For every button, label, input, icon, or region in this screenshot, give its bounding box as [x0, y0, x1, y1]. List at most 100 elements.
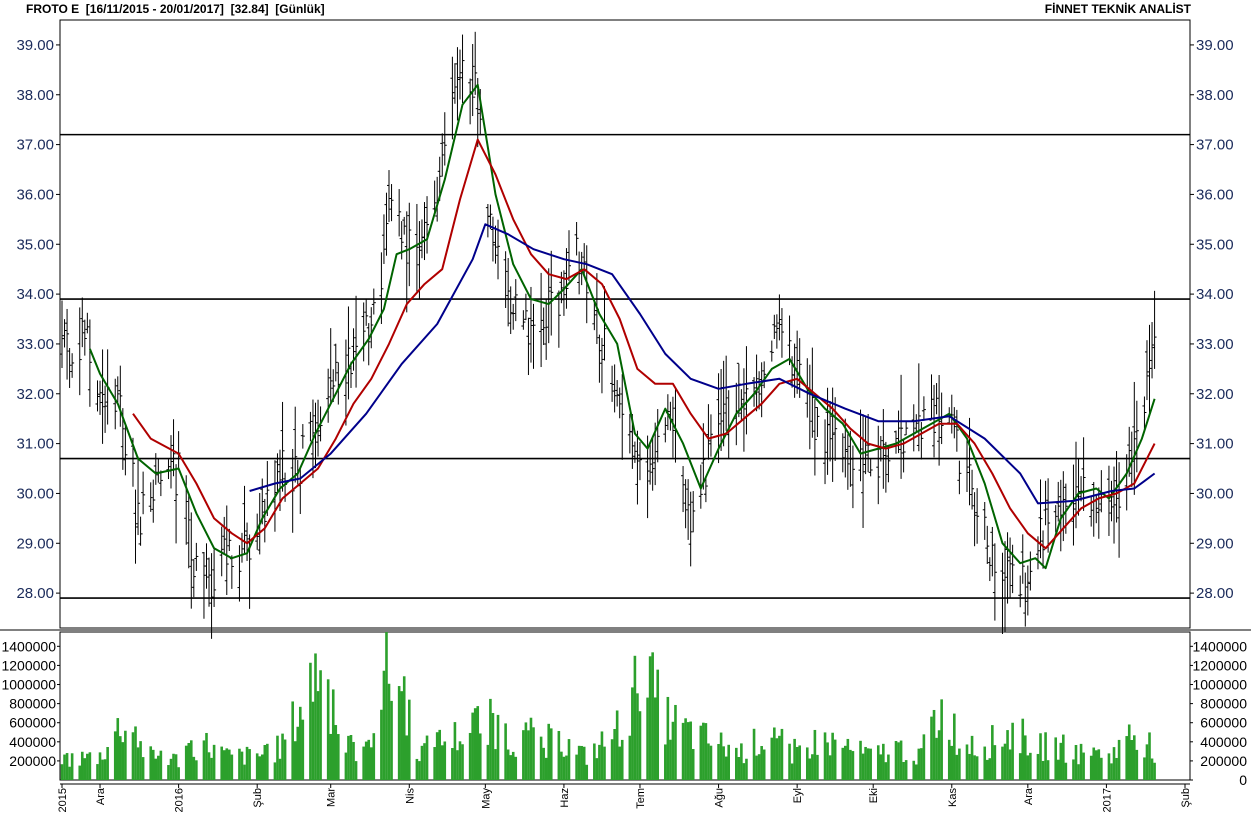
volume-bar	[861, 753, 865, 780]
y-tick-label-left: 36.00	[16, 186, 54, 203]
volume-bar	[993, 745, 997, 780]
volume-bar	[154, 758, 158, 780]
volume-bar	[415, 758, 419, 780]
vol-tick-label-right: 1200000	[1192, 657, 1247, 673]
volume-bar	[935, 737, 938, 780]
volume-bar	[937, 730, 941, 780]
volume-bar	[1006, 730, 1009, 780]
volume-bar	[811, 754, 814, 780]
volume-bar	[334, 725, 338, 780]
x-tick-label: Şub	[252, 788, 264, 808]
volume-bar	[68, 766, 71, 780]
volume-bar	[988, 758, 992, 780]
volume-bar	[610, 739, 614, 780]
volume-bar	[702, 722, 705, 780]
volume-bar	[894, 741, 898, 780]
volume-bar	[1148, 732, 1151, 780]
x-tick-label: Tem	[635, 788, 647, 809]
volume-bar	[478, 733, 482, 780]
volume-bar	[83, 758, 87, 780]
y-tick-label-right: 31.00	[1196, 436, 1234, 453]
volume-bar	[849, 749, 852, 780]
volume-bar	[1056, 759, 1060, 780]
volume-bar	[884, 762, 888, 780]
volume-bar	[362, 746, 365, 780]
volume-bar	[1133, 735, 1136, 780]
volume-bar	[291, 701, 294, 780]
volume-bar	[869, 748, 872, 780]
last-price-label: [32.84]	[230, 2, 269, 16]
volume-bar	[240, 751, 244, 780]
volume-bar	[301, 719, 305, 780]
volume-bar	[864, 746, 867, 780]
chart-header-left: FROTO E [16/11/2015 - 20/01/2017] [32.84…	[26, 2, 325, 16]
volume-bar	[1089, 755, 1093, 780]
volume-bar	[542, 747, 545, 780]
volume-bar	[1001, 746, 1004, 780]
volume-bar	[833, 739, 837, 780]
volume-bar	[522, 730, 525, 780]
volume-bar	[1094, 750, 1098, 780]
volume-bar	[940, 699, 943, 780]
volume-bar	[390, 700, 393, 780]
volume-bar	[975, 756, 979, 780]
volume-bar	[1130, 739, 1134, 780]
volume-bar	[991, 725, 994, 780]
volume-bar	[947, 739, 951, 780]
volume-bar	[1143, 757, 1146, 780]
volume-bar	[904, 760, 908, 780]
volume-bar	[266, 743, 269, 780]
volume-bar	[329, 733, 333, 780]
volume-bar	[699, 725, 703, 780]
volume-bar	[638, 711, 642, 780]
volume-bar	[1150, 758, 1154, 780]
volume-bar	[458, 741, 462, 780]
volume-bar	[172, 753, 175, 780]
volume-bar	[1026, 755, 1030, 780]
volume-bar	[139, 741, 142, 780]
volume-bar	[600, 731, 604, 780]
volume-bar	[349, 735, 353, 780]
volume-bar	[603, 746, 606, 780]
volume-bar	[914, 764, 918, 780]
vol-tick-label-right: 1000000	[1192, 677, 1247, 693]
volume-bar	[1072, 759, 1075, 780]
volume-bar	[770, 737, 774, 780]
volume-bar	[369, 747, 373, 780]
volume-bar	[760, 746, 763, 780]
volume-bar	[98, 752, 102, 780]
volume-bar	[438, 729, 442, 780]
volume-bar	[899, 740, 903, 780]
volume-bar	[664, 744, 667, 780]
volume-bar	[618, 746, 621, 780]
volume-bar	[615, 710, 619, 780]
volume-bar	[440, 745, 444, 780]
volume-bar	[385, 632, 388, 780]
volume-bar	[1064, 762, 1068, 780]
volume-bar	[103, 759, 107, 780]
volume-bar	[119, 736, 122, 780]
volume-bar	[78, 765, 82, 780]
volume-bar	[813, 729, 817, 780]
volume-bar	[367, 739, 371, 780]
volume-bar	[511, 751, 515, 780]
volume-bar	[671, 721, 675, 780]
volume-bar	[780, 728, 784, 780]
volume-bar	[468, 732, 472, 780]
volume-bar	[524, 722, 528, 780]
volume-bar	[932, 709, 936, 780]
volume-bar	[920, 748, 923, 780]
volume-bar	[453, 722, 457, 780]
volume-bar	[134, 726, 137, 780]
volume-bar	[461, 744, 464, 780]
volume-bar	[539, 736, 543, 780]
volume-bar	[1021, 718, 1025, 780]
volume-bar	[514, 756, 518, 780]
volume-bar	[656, 669, 660, 780]
provider-label: FİNNET TEKNİK ANALİST	[1044, 2, 1191, 16]
x-tick-label: Eki	[868, 788, 880, 803]
volume-bar	[965, 744, 969, 780]
volume-bar	[593, 743, 596, 780]
volume-bar	[202, 740, 206, 780]
volume-bar	[283, 739, 287, 780]
